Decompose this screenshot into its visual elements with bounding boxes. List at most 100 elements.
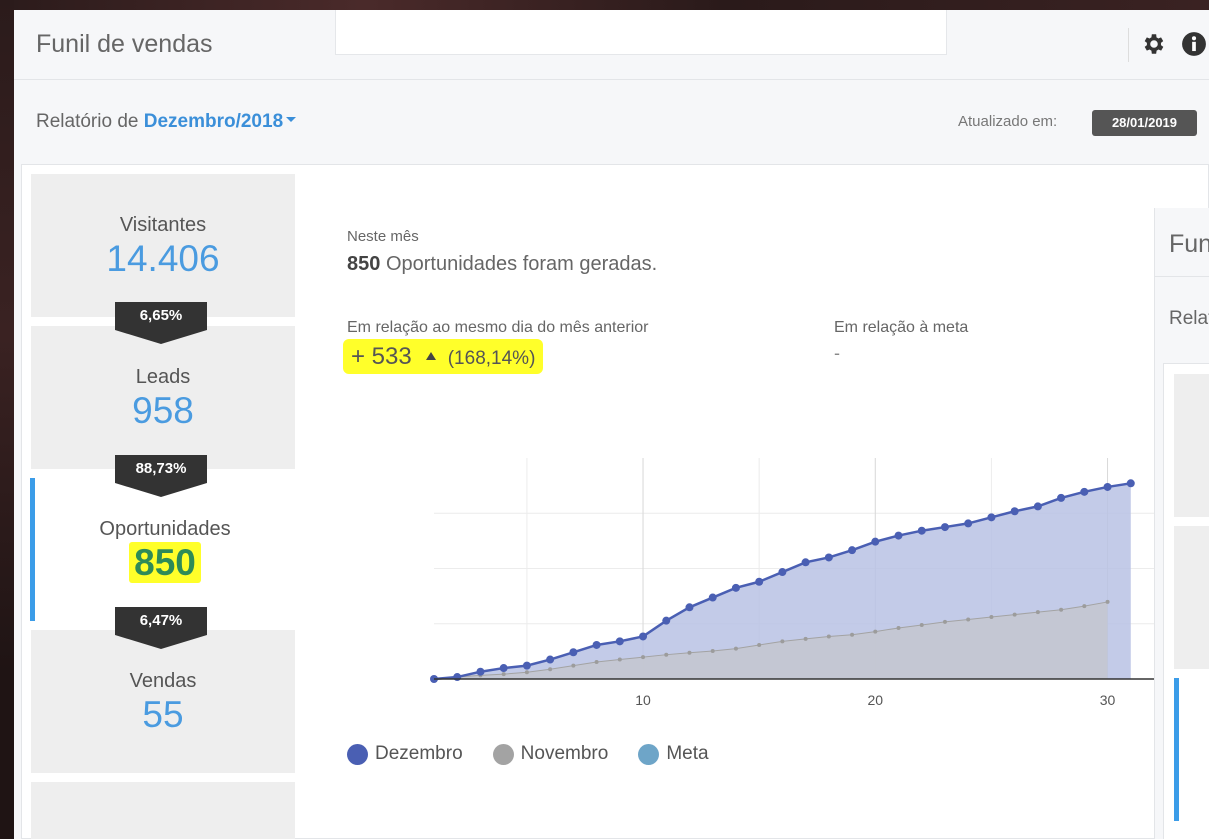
- previous-month-label: Em relação ao mesmo dia do mês anterior: [347, 319, 649, 336]
- side-panel-title: Funil de vendas: [1169, 230, 1209, 258]
- legend-item-novembro[interactable]: Novembro: [492, 743, 609, 765]
- funnel-stage-leads[interactable]: Leads 958: [31, 326, 295, 469]
- arrow-up-icon: [425, 352, 436, 360]
- background-strip-left: [0, 0, 14, 839]
- data-point-dezembro: [708, 593, 717, 602]
- stage-value: 850: [35, 542, 295, 584]
- header-divider: [1128, 28, 1129, 62]
- highlighted-value: 850: [129, 542, 201, 583]
- data-point-dezembro: [569, 648, 578, 657]
- side-funnel-stage[interactable]: [1174, 374, 1209, 517]
- data-point-dezembro: [824, 553, 833, 562]
- data-point-novembro: [501, 672, 506, 677]
- data-point-novembro: [989, 615, 994, 620]
- data-point-dezembro: [731, 583, 740, 592]
- chevron-down-icon: [286, 117, 297, 123]
- background-strip: [0, 0, 1209, 10]
- data-point-novembro: [873, 629, 878, 634]
- data-point-dezembro: [1057, 493, 1066, 502]
- funnel-stage-visitantes[interactable]: Visitantes 14.406: [31, 174, 295, 317]
- data-point-novembro: [757, 642, 762, 647]
- conversion-rate: 6,65%: [115, 302, 207, 330]
- funnel-stage-extra: [31, 782, 295, 839]
- x-tick-label: 30: [1100, 692, 1116, 708]
- data-point-dezembro: [848, 546, 857, 555]
- data-point-novembro: [594, 659, 599, 664]
- data-point-dezembro: [453, 673, 462, 682]
- data-point-dezembro: [639, 632, 648, 641]
- search-box[interactable]: [335, 10, 947, 55]
- legend-item-dezembro[interactable]: Dezembro: [347, 743, 463, 765]
- data-point-novembro: [826, 634, 831, 639]
- app-window: Funil de vendas Relatório de Dezembro/20…: [14, 10, 1209, 839]
- side-panel-subtitle: Relatório: [1169, 308, 1209, 329]
- data-point-novembro: [641, 655, 646, 660]
- gear-icon[interactable]: [1141, 31, 1167, 57]
- funnel-stage-oportunidades[interactable]: Oportunidades 850: [30, 478, 295, 621]
- side-funnel-stage[interactable]: [1174, 526, 1209, 669]
- data-point-dezembro: [499, 664, 508, 673]
- stage-value: 958: [132, 390, 194, 431]
- data-point-novembro: [919, 623, 924, 628]
- data-point-dezembro: [615, 637, 624, 646]
- data-point-dezembro: [964, 519, 973, 528]
- data-point-dezembro: [917, 526, 926, 535]
- header: Funil de vendas: [14, 10, 1209, 80]
- data-point-dezembro: [871, 537, 880, 546]
- data-point-novembro: [850, 632, 855, 637]
- updated-date-badge: 28/01/2019: [1092, 110, 1197, 136]
- stage-value: 14.406: [106, 238, 220, 279]
- data-point-novembro: [1059, 607, 1064, 612]
- funnel-column: Visitantes 14.406 Leads 958 Oportunidade…: [22, 165, 295, 839]
- data-point-dezembro: [1033, 502, 1042, 511]
- data-point-novembro: [664, 652, 669, 657]
- data-point-dezembro: [685, 603, 694, 612]
- legend-marker: [638, 743, 660, 765]
- data-point-novembro: [1082, 604, 1087, 609]
- data-point-novembro: [780, 639, 785, 644]
- updated-label: Atualizado em:: [958, 113, 1058, 130]
- conversion-rate: 6,47%: [115, 607, 207, 635]
- data-point-novembro: [687, 650, 692, 655]
- info-icon[interactable]: [1181, 31, 1207, 57]
- x-tick-label: 20: [868, 692, 884, 708]
- data-point-novembro: [966, 617, 971, 622]
- conversion-badge: 6,65%: [115, 302, 207, 344]
- data-point-dezembro: [1126, 479, 1135, 488]
- report-selector: Relatório de Dezembro/2018: [36, 111, 297, 133]
- stage-name: Oportunidades: [99, 518, 231, 540]
- data-point-dezembro: [476, 667, 485, 676]
- stage-name: Leads: [135, 366, 191, 388]
- legend-item-meta[interactable]: Meta: [638, 743, 709, 765]
- side-panel: Funil de vendas Relatório: [1154, 208, 1209, 839]
- data-point-novembro: [617, 657, 622, 662]
- legend-label: Novembro: [520, 743, 609, 764]
- side-funnel-stage[interactable]: [1174, 678, 1209, 821]
- report-label: Relatório de: [36, 111, 139, 132]
- divider: [1155, 276, 1209, 277]
- data-point-dezembro: [894, 531, 903, 540]
- month-dropdown[interactable]: Dezembro/2018: [144, 111, 297, 132]
- data-point-novembro: [710, 649, 715, 654]
- data-point-novembro: [803, 636, 808, 641]
- month-summary: 850 Oportunidades foram geradas.: [347, 253, 657, 276]
- badge-pointer: [115, 330, 207, 344]
- data-point-dezembro: [778, 568, 787, 577]
- difference-percent: (168,14%): [447, 348, 536, 369]
- data-point-dezembro: [522, 661, 531, 670]
- conversion-badge: 88,73%: [115, 455, 207, 497]
- data-point-dezembro: [1103, 482, 1112, 491]
- page-title: Funil de vendas: [36, 30, 213, 58]
- legend-label: Dezembro: [375, 743, 463, 764]
- meta-label: Em relação à meta: [834, 319, 969, 336]
- summary-text: Oportunidades foram geradas.: [385, 253, 658, 275]
- data-point-novembro: [524, 670, 529, 675]
- main-panel: Visitantes 14.406 Leads 958 Oportunidade…: [21, 164, 1209, 839]
- data-point-novembro: [896, 625, 901, 630]
- data-point-novembro: [571, 663, 576, 668]
- conversion-rate: 88,73%: [115, 455, 207, 483]
- opportunities-chart: 10 20 30: [430, 458, 1154, 708]
- funnel-stage-vendas[interactable]: Vendas 55: [31, 630, 295, 773]
- previous-month-value: + 533 (168,14%): [343, 339, 544, 374]
- data-point-novembro: [1105, 599, 1110, 604]
